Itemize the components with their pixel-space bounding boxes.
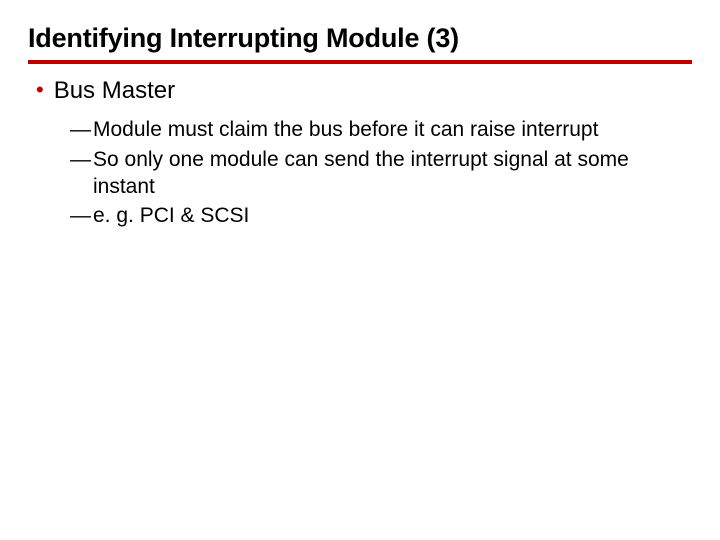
- bullet-label: Bus Master: [54, 76, 175, 106]
- sub-bullet-text: Module must claim the bus before it can …: [93, 116, 598, 143]
- sub-bullet-item: — So only one module can send the interr…: [70, 146, 652, 201]
- dash-icon: —: [70, 146, 91, 173]
- sub-bullet-text: e. g. PCI & SCSI: [93, 202, 249, 229]
- sub-bullet-item: — Module must claim the bus before it ca…: [70, 116, 652, 143]
- slide-title: Identifying Interrupting Module (3): [28, 22, 692, 54]
- dash-icon: —: [70, 202, 91, 229]
- bullet-dot-icon: •: [36, 79, 44, 101]
- dash-icon: —: [70, 116, 91, 143]
- sub-bullet-text: So only one module can send the interrup…: [93, 146, 652, 201]
- sub-bullet-list: — Module must claim the bus before it ca…: [70, 116, 652, 229]
- sub-bullet-item: — e. g. PCI & SCSI: [70, 202, 652, 229]
- slide: Identifying Interrupting Module (3) • Bu…: [0, 0, 720, 540]
- title-rule: [28, 60, 692, 64]
- bullet-item: • Bus Master: [36, 76, 692, 106]
